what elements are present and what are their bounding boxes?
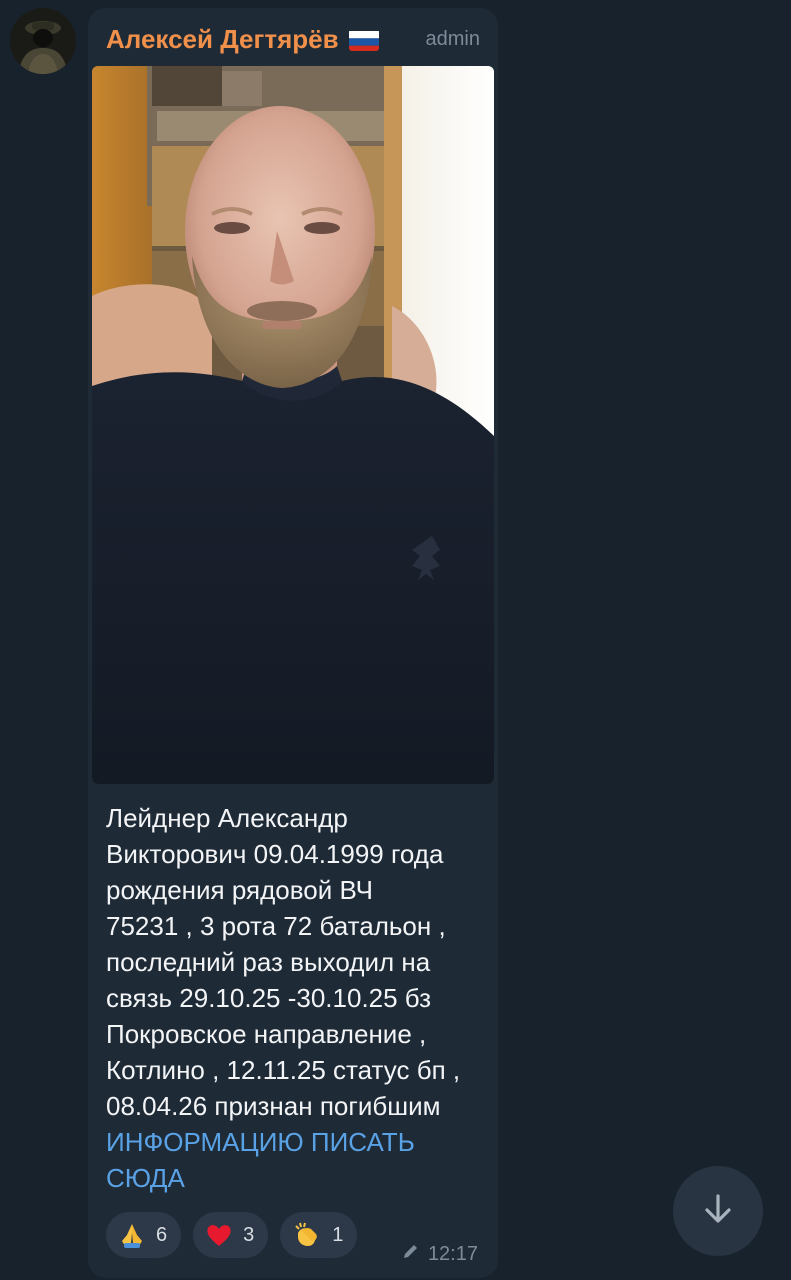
sender-name[interactable]: Алексей Дегтярёв: [106, 24, 339, 55]
reaction-count: 6: [156, 1223, 168, 1246]
clapping-hands-icon: [292, 1221, 322, 1249]
reaction-red-heart[interactable]: 3: [193, 1212, 269, 1258]
avatar-image: [10, 8, 76, 74]
photo-image: [92, 66, 494, 784]
sender-role-badge: admin: [425, 28, 480, 50]
red-heart-icon: [205, 1221, 233, 1249]
message-time: 12:17: [427, 1242, 478, 1265]
sender-avatar[interactable]: [10, 8, 76, 74]
arrow-down-icon: [701, 1192, 735, 1231]
scroll-down-button[interactable]: [673, 1166, 763, 1256]
pencil-icon: [402, 1242, 420, 1266]
message-bubble: Алексей Дегтярёв admin Лейднер Александр…: [88, 8, 498, 1278]
message-text: Лейднер Александр Викторович 09.04.1999 …: [106, 803, 461, 1121]
sender-header[interactable]: Алексей Дегтярёв: [106, 24, 379, 55]
folded-hands-icon: [118, 1221, 146, 1249]
reaction-clapping-hands[interactable]: 1: [280, 1212, 358, 1258]
reaction-count: 3: [243, 1223, 255, 1246]
message-link[interactable]: ИНФОРМАЦИЮ ПИСАТЬ СЮДА: [106, 1124, 486, 1196]
reaction-folded-hands[interactable]: 6: [106, 1212, 182, 1258]
message-photo[interactable]: [92, 66, 494, 784]
reactions-bar: 6 3 1: [106, 1212, 358, 1258]
reaction-count: 1: [332, 1223, 344, 1246]
message-meta: 12:17: [402, 1242, 478, 1266]
russia-flag-icon: [348, 29, 379, 51]
